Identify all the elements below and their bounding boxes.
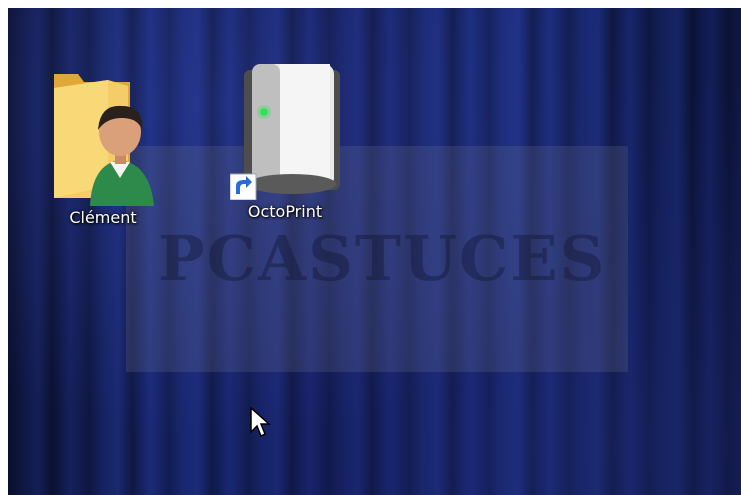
desktop-icon-octoprint[interactable]: OctoPrint xyxy=(229,60,340,221)
desktop-wallpaper: PCASTUCES Clément OctoPrint xyxy=(8,8,741,495)
icon-label-octoprint: OctoPrint xyxy=(247,202,323,221)
user-folder-icon xyxy=(48,66,158,206)
arrow-cursor-icon xyxy=(249,406,271,444)
watermark-text: PCASTUCES xyxy=(158,222,607,295)
icon-label-clement: Clément xyxy=(69,208,137,227)
desktop-icon-clement[interactable]: Clément xyxy=(48,66,158,227)
server-shortcut-icon xyxy=(229,60,340,201)
watermark-panel: PCASTUCES xyxy=(126,146,628,372)
